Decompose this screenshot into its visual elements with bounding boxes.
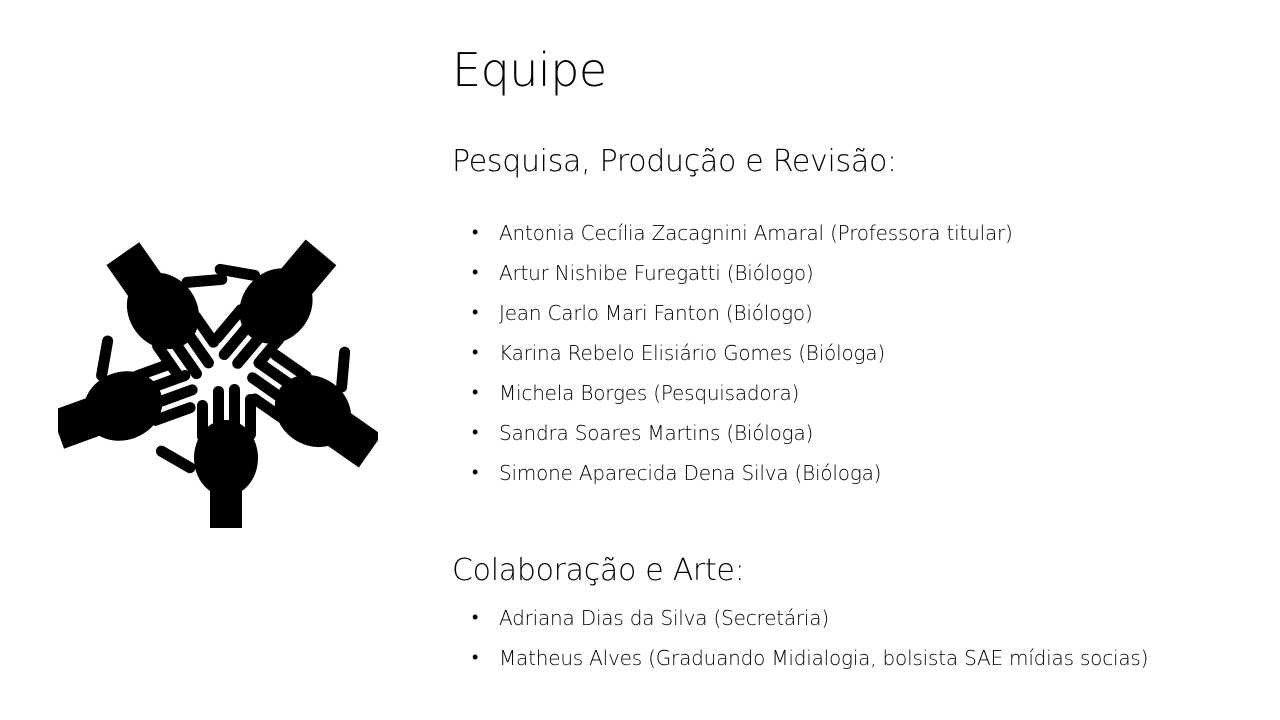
bullet: •	[472, 607, 479, 628]
member-name: Michela Borges (Pesquisadora)	[499, 381, 800, 405]
collab-member-list: • Adriana Dias da Silva (Secretária) • Mat…	[472, 598, 1148, 678]
member-name: Simone Aparecida Dena Silva (Bióloga)	[499, 461, 882, 485]
list-item: • Artur Nishibe Furegatti (Biólogo)	[472, 253, 1013, 293]
list-item: • Simone Aparecida Dena Silva (Bióloga)	[472, 453, 1013, 493]
member-name: Karina Rebelo Elisiário Gomes (Bióloga)	[499, 341, 885, 365]
bullet: •	[472, 342, 479, 363]
hands-together-icon	[58, 239, 378, 528]
research-section-heading: Pesquisa, Produção e Revisão:	[452, 144, 897, 179]
list-item: • Sandra Soares Martins (Bióloga)	[472, 413, 1013, 453]
member-name: Jean Carlo Mari Fanton (Biólogo)	[499, 301, 813, 325]
bullet: •	[472, 422, 479, 443]
slide: Equipe Pesquisa, Produção e Revisão: • An…	[0, 0, 1280, 720]
bullet: •	[472, 382, 479, 403]
bullet: •	[472, 262, 479, 283]
member-name: Sandra Soares Martins (Bióloga)	[499, 421, 814, 445]
bullet: •	[472, 302, 479, 323]
collab-section-heading: Colaboração e Arte:	[452, 553, 745, 588]
list-item: • Antonia Cecília Zacagnini Amaral (Profe…	[472, 213, 1013, 253]
list-item: • Michela Borges (Pesquisadora)	[472, 373, 1013, 413]
bullet: •	[472, 462, 479, 483]
bullet: •	[472, 647, 479, 668]
research-member-list: • Antonia Cecília Zacagnini Amaral (Profe…	[472, 213, 1013, 493]
bullet: •	[472, 222, 479, 243]
list-item: • Karina Rebelo Elisiário Gomes (Bióloga)	[472, 333, 1013, 373]
slide-title: Equipe	[452, 43, 607, 97]
list-item: • Adriana Dias da Silva (Secretária)	[472, 598, 1148, 638]
list-item: • Matheus Alves (Graduando Midialogia, bo…	[472, 638, 1148, 678]
list-item: • Jean Carlo Mari Fanton (Biólogo)	[472, 293, 1013, 333]
member-name: Matheus Alves (Graduando Midialogia, bol…	[499, 646, 1149, 670]
member-name: Adriana Dias da Silva (Secretária)	[499, 606, 829, 630]
member-name: Artur Nishibe Furegatti (Biólogo)	[499, 261, 814, 285]
member-name: Antonia Cecília Zacagnini Amaral (Profes…	[499, 221, 1013, 245]
